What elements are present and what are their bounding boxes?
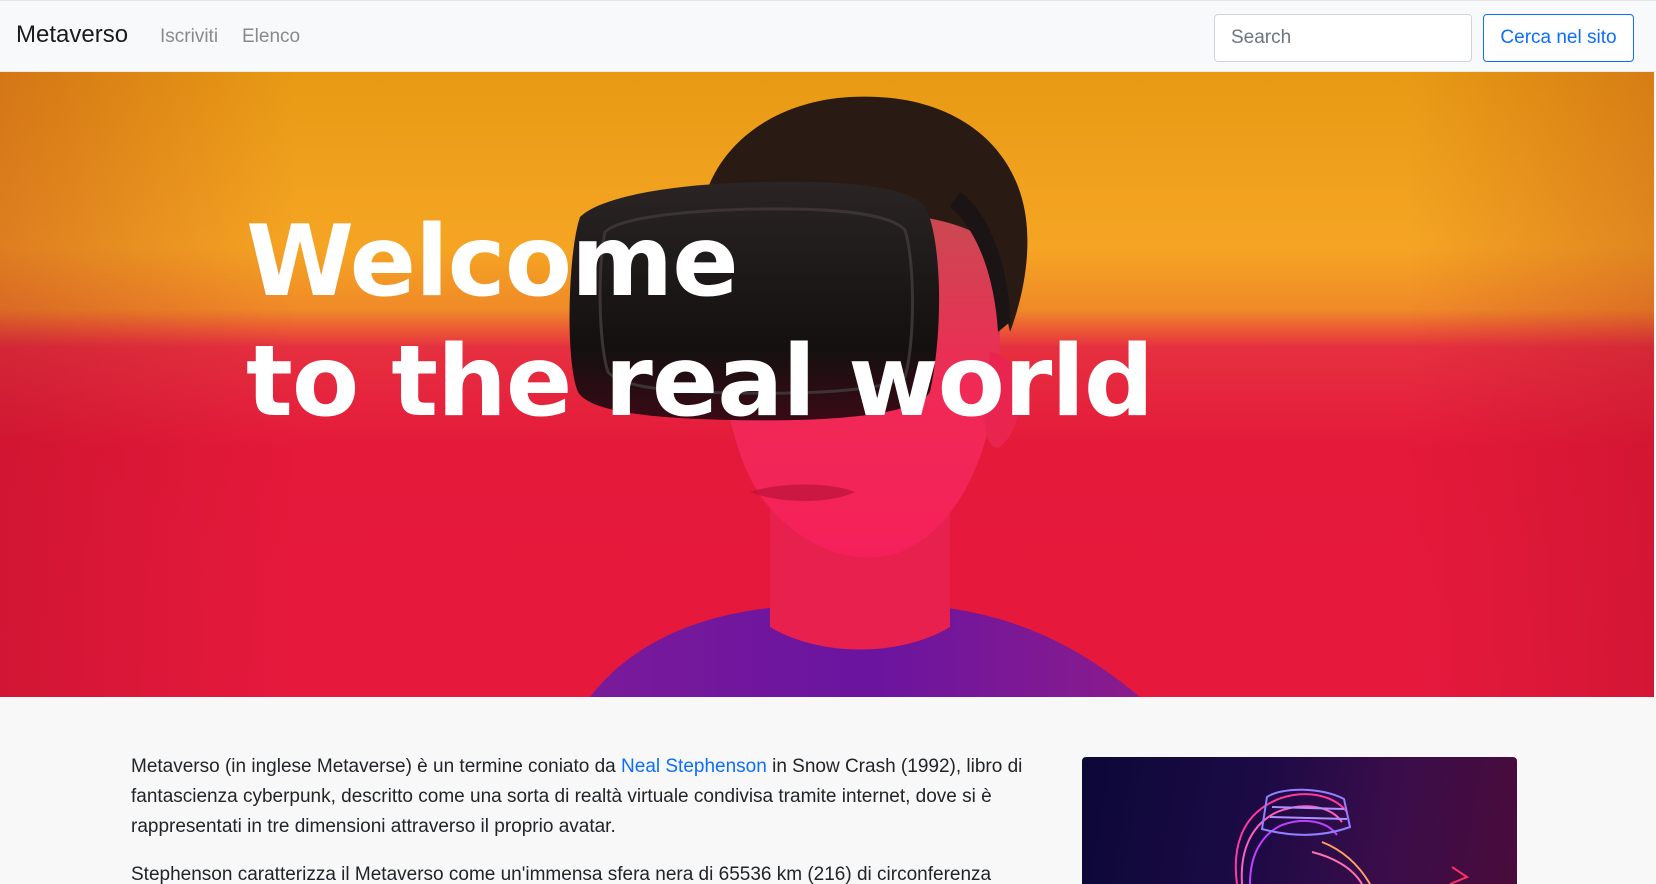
neon-vr-wireframe-icon (1234, 788, 1470, 884)
neal-stephenson-link[interactable]: Neal Stephenson (621, 756, 767, 777)
search-button[interactable]: Cerca nel sito (1483, 14, 1634, 62)
hero-title-line-1: Welcome (246, 205, 739, 319)
hero-banner: Welcome to the real world (0, 72, 1654, 697)
search-input[interactable] (1214, 14, 1472, 62)
second-paragraph: Stephenson caratterizza il Metaverso com… (131, 864, 992, 884)
brand-link[interactable]: Metaverso (16, 21, 128, 49)
neon-vr-wireframe-image (1082, 757, 1517, 884)
nav-link-elenco[interactable]: Elenco (242, 26, 300, 48)
hero-title: Welcome to the real world (246, 202, 1154, 442)
nav-link-iscriviti[interactable]: Iscriviti (160, 26, 218, 48)
article-content: Metaverso (in inglese Metaverse) è un te… (131, 752, 1041, 884)
top-navbar: Metaverso Iscriviti Elenco Cerca nel sit… (0, 0, 1656, 72)
intro-paragraph: Metaverso (in inglese Metaverse) è un te… (131, 752, 1041, 842)
intro-text-before: Metaverso (in inglese Metaverse) è un te… (131, 756, 622, 777)
hero-title-line-2: to the real world (246, 325, 1154, 439)
